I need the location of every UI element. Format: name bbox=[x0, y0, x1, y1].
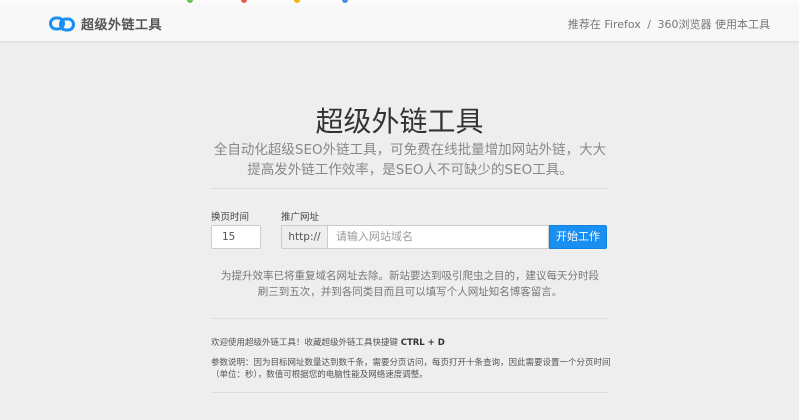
promo-url-label: 推广网址 bbox=[281, 212, 320, 223]
url-input[interactable]: 请输入网站域名 bbox=[327, 225, 549, 249]
shortcut-keys: CTRL + D bbox=[400, 338, 445, 348]
start-button[interactable]: 开始工作 bbox=[549, 225, 607, 249]
strip-yellow-dot bbox=[294, 0, 300, 3]
separator: / bbox=[647, 18, 651, 31]
logo[interactable]: 超级外链工具 bbox=[49, 14, 162, 33]
recommend-prefix: 推荐在 bbox=[567, 18, 601, 31]
url-prefix: http:// bbox=[281, 225, 327, 249]
divider-bottom bbox=[211, 392, 608, 393]
url-input-group: http:// 请输入网站域名 开始工作 bbox=[281, 225, 607, 249]
browser-recommendation: 推荐在 Firefox / 360浏览器 使用本工具 bbox=[568, 16, 770, 32]
welcome-text: 欢迎使用超级外链工具！收藏超级外链工具快捷键 bbox=[211, 338, 399, 348]
browser360-link[interactable]: 360浏览器 bbox=[658, 18, 712, 31]
param-description: 参数说明：因为目标网址数量达到数千条，需要分页访问，每页打开十条查询，因此需要设… bbox=[211, 358, 611, 380]
navbar: 超级外链工具 推荐在 Firefox / 360浏览器 使用本工具 bbox=[0, 4, 799, 42]
page-time-label: 换页时间 bbox=[211, 212, 250, 223]
page-subtitle: 全自动化超级SEO外链工具，可免费在线批量增加网站外链，大大提高发外链工作效率，… bbox=[213, 142, 607, 178]
recommend-suffix: 使用本工具 bbox=[715, 18, 770, 31]
page-title: 超级外链工具 bbox=[315, 105, 484, 138]
strip-green-dot bbox=[187, 0, 193, 3]
strip-blue-dot bbox=[342, 0, 348, 3]
strip-red-dot bbox=[241, 0, 247, 3]
chain-link-icon bbox=[49, 16, 75, 31]
page-time-input[interactable]: 15 bbox=[211, 225, 261, 249]
welcome-message: 欢迎使用超级外链工具！收藏超级外链工具快捷键 CTRL + D bbox=[211, 336, 445, 348]
divider-middle bbox=[211, 318, 608, 319]
notice-text: 为提升效率已将重复域名网址去除。新站要达到吸引爬虫之目的，建议每天分时段刷三到五… bbox=[221, 270, 599, 298]
divider-top bbox=[211, 188, 608, 189]
logo-text: 超级外链工具 bbox=[81, 18, 163, 33]
firefox-link[interactable]: Firefox bbox=[604, 18, 640, 31]
